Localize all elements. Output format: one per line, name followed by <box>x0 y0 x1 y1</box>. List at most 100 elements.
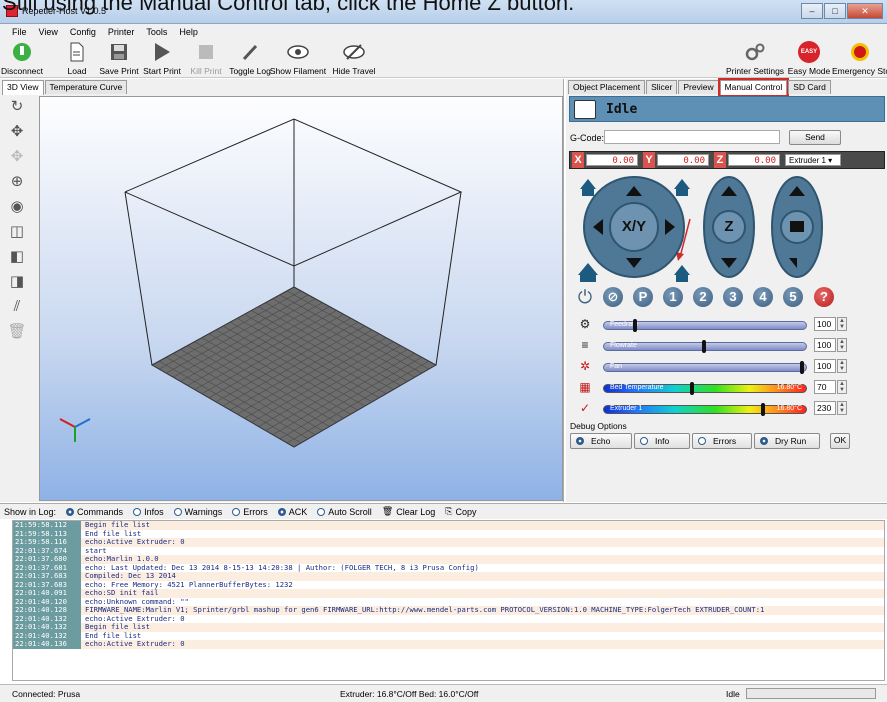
send-button[interactable]: Send <box>789 130 841 145</box>
move-icon[interactable]: ✥ <box>4 120 30 142</box>
feedrate-spinner[interactable]: ▲ ▼ <box>837 317 847 331</box>
save-print-button[interactable]: Save Print <box>99 40 139 78</box>
front-view-icon[interactable]: ◧ <box>4 245 30 267</box>
preset-5-button[interactable]: 5 <box>783 287 803 307</box>
log-infos-toggle[interactable]: Infos <box>133 507 164 517</box>
tab-preview[interactable]: Preview <box>678 80 719 94</box>
tab-sd-card[interactable]: SD Card <box>788 80 831 94</box>
ok-button[interactable]: OK <box>830 433 850 449</box>
kill-print-button[interactable]: Kill Print <box>188 40 224 78</box>
feedrate-slider[interactable]: Feedrate <box>603 319 807 332</box>
menu-tools[interactable]: Tools <box>146 27 167 37</box>
fan-row: ✲ Fan 100 ▲ ▼ <box>569 359 885 375</box>
fan-value[interactable]: 100 <box>814 359 836 373</box>
errors-toggle[interactable]: Errors <box>692 433 752 449</box>
power-icon[interactable]: ⏻ <box>575 287 595 307</box>
preset-3-button[interactable]: 3 <box>723 287 743 307</box>
copy-log-button[interactable]: ⎘ Copy <box>445 506 476 517</box>
log-commands-toggle[interactable]: Commands <box>66 507 123 517</box>
zoom-fit-icon[interactable]: ◉ <box>4 195 30 217</box>
log-ack-toggle[interactable]: ACK <box>277 507 307 517</box>
flowrate-value[interactable]: 100 <box>814 338 836 352</box>
3d-viewport[interactable] <box>39 96 563 501</box>
tab-3d-view[interactable]: 3D View <box>2 80 44 95</box>
motors-off-icon[interactable]: ⊘ <box>603 287 623 307</box>
log-errors-toggle[interactable]: Errors <box>232 507 268 517</box>
zoom-icon[interactable]: ⊕ <box>4 170 30 192</box>
menu-file[interactable]: File <box>12 27 27 37</box>
log-row: 22:01:40.132 Begin file list <box>13 622 884 632</box>
flowrate-spinner[interactable]: ▲ ▼ <box>837 338 847 352</box>
printer-settings-button[interactable]: Printer Settings <box>726 40 784 78</box>
bed-temp-value[interactable]: 70 <box>814 380 836 394</box>
tab-manual-control[interactable]: Manual Control <box>717 78 790 97</box>
status-bar: Connected: Prusa Extruder: 16.8°C/Off Be… <box>0 684 887 702</box>
z-coord-label: Z <box>714 152 726 168</box>
easy-mode-button[interactable]: EASY Easy Mode <box>787 40 831 78</box>
log-toolbar: Show in Log: Commands Infos Warnings Err… <box>0 503 887 519</box>
xy-label[interactable]: X/Y <box>618 218 650 235</box>
tab-slicer[interactable]: Slicer <box>646 80 678 94</box>
flowrate-icon: ≡ <box>581 338 589 352</box>
bed-temp-spinner[interactable]: ▲ ▼ <box>837 380 847 394</box>
reset-view-icon[interactable]: ↻ <box>4 95 30 117</box>
preset-4-button[interactable]: 4 <box>753 287 773 307</box>
fan-slider[interactable]: Fan <box>603 361 807 374</box>
tab-object-placement[interactable]: Object Placement <box>568 80 646 94</box>
flowrate-slider[interactable]: Flowrate <box>603 340 807 353</box>
slider-thumb[interactable] <box>633 319 638 332</box>
trash-icon: 🗑 <box>381 506 394 516</box>
progress-bar <box>746 688 876 699</box>
x-coord-label: X <box>572 152 584 168</box>
axis-indicator-icon <box>59 418 91 442</box>
info-toggle[interactable]: Info <box>634 433 690 449</box>
print-bed <box>150 286 438 448</box>
gcode-input[interactable] <box>604 130 780 144</box>
log-warnings-toggle[interactable]: Warnings <box>173 507 222 517</box>
preset-2-button[interactable]: 2 <box>693 287 713 307</box>
main-toolbar: Disconnect Load Save Print Start Print K… <box>0 40 887 78</box>
log-list[interactable]: 21:59:58.112 Begin file list 21:59:58.113 E… <box>12 520 885 681</box>
parallel-projection-icon[interactable]: ⫽ <box>4 295 30 317</box>
start-print-button[interactable]: Start Print <box>143 40 181 78</box>
document-icon <box>70 42 84 62</box>
menu-printer[interactable]: Printer <box>108 27 135 37</box>
help-icon[interactable]: ? <box>814 287 834 307</box>
disconnect-button[interactable]: Disconnect <box>1 40 43 78</box>
trash-icon[interactable]: 🗑 <box>4 320 30 342</box>
menu-config[interactable]: Config <box>70 27 96 37</box>
tab-temperature-curve[interactable]: Temperature Curve <box>44 80 128 94</box>
slider-thumb[interactable] <box>760 403 765 416</box>
extruder-temp-value[interactable]: 230 <box>814 401 836 415</box>
toggle-log-button[interactable]: Toggle Log <box>228 40 272 78</box>
extruder-heater-icon: ✓ <box>579 401 591 415</box>
isometric-view-icon[interactable]: ◫ <box>4 220 30 242</box>
echo-toggle[interactable]: Echo <box>570 433 632 449</box>
clear-log-button[interactable]: 🗑 Clear Log <box>382 506 435 517</box>
z-label[interactable]: Z <box>721 218 737 235</box>
bed-temp-slider[interactable]: Bed Temperature 16.80°C <box>603 382 807 395</box>
slider-thumb[interactable] <box>800 361 804 374</box>
dry-run-toggle[interactable]: Dry Run <box>754 433 820 449</box>
extruder-temp-spinner[interactable]: ▲ ▼ <box>837 401 847 415</box>
auto-scroll-toggle[interactable]: Auto Scroll <box>317 507 372 517</box>
load-button[interactable]: Load <box>62 40 92 78</box>
slider-thumb[interactable] <box>702 340 706 353</box>
log-row: 21:59:58.112 Begin file list <box>13 521 884 530</box>
menu-help[interactable]: Help <box>179 27 198 37</box>
feedrate-value[interactable]: 100 <box>814 317 836 331</box>
side-view-icon[interactable]: ◨ <box>4 270 30 292</box>
menu-view[interactable]: View <box>39 27 58 37</box>
hide-travel-button[interactable]: Hide Travel <box>330 40 378 78</box>
park-button[interactable]: P <box>633 287 653 307</box>
extruder-select[interactable]: Extruder 1 ▾ <box>785 154 841 166</box>
emergency-stop-button[interactable]: Emergency Stop <box>832 40 887 78</box>
fan-spinner[interactable]: ▲ ▼ <box>837 359 847 373</box>
show-filament-button[interactable]: Show Filament <box>270 40 326 78</box>
preset-1-button[interactable]: 1 <box>663 287 683 307</box>
log-timestamp: 22:01:40.136 <box>13 639 81 649</box>
extruder-temp-slider[interactable]: Extruder 1 16.80°C <box>603 403 807 416</box>
y-coord-value: 0.00 <box>657 154 709 166</box>
move-object-icon[interactable]: ✥ <box>4 145 30 167</box>
slider-thumb[interactable] <box>690 382 695 395</box>
